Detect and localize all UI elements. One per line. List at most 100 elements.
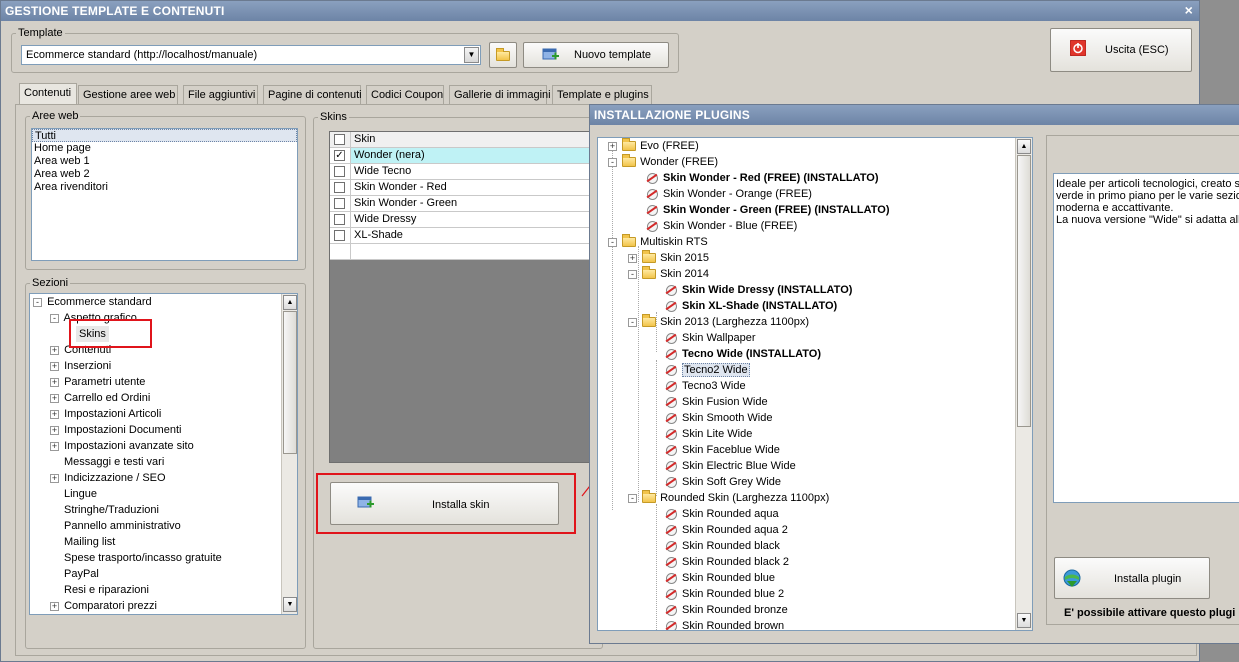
table-row[interactable]: Wide Tecno: [330, 164, 594, 180]
list-item[interactable]: Tutti: [32, 129, 297, 142]
close-icon[interactable]: ×: [1185, 2, 1193, 18]
tree-node-plugin[interactable]: Skin Rounded brown: [664, 618, 784, 630]
tree-node-plugin[interactable]: Skin Rounded blue 2: [664, 586, 784, 602]
tree-node-plugin[interactable]: Skin Soft Grey Wide: [664, 474, 781, 490]
tab-file-aggiuntivi[interactable]: File aggiuntivi: [183, 85, 258, 105]
expand-icon[interactable]: +: [50, 361, 59, 371]
collapse-icon[interactable]: -: [628, 317, 637, 327]
expand-icon[interactable]: +: [608, 141, 617, 151]
tree-node[interactable]: Spese trasporto/incasso gratuite: [64, 550, 222, 566]
tree-node-plugin[interactable]: Skin Rounded aqua 2: [664, 522, 788, 538]
expand-icon[interactable]: +: [628, 253, 637, 263]
tree-node-plugin[interactable]: Skin Smooth Wide: [664, 410, 772, 426]
new-template-button[interactable]: Nuovo template: [523, 42, 669, 68]
tree-node-folder[interactable]: - Multiskin RTS: [608, 234, 708, 250]
tree-node-plugin[interactable]: Skin Faceblue Wide: [664, 442, 780, 458]
tree-node-plugin[interactable]: Skin Wonder - Blue (FREE): [645, 218, 797, 234]
row-checkbox[interactable]: [334, 198, 345, 209]
tree-node-folder[interactable]: + Skin 2015: [628, 250, 709, 266]
tree-node[interactable]: + Carrello ed Ordini: [50, 390, 150, 406]
scroll-thumb[interactable]: [283, 311, 297, 454]
row-checkbox[interactable]: ✓: [334, 150, 345, 161]
tree-node[interactable]: Mailing list: [64, 534, 115, 550]
plugin-tree[interactable]: + Evo (FREE) - Wonder (FREE) Skin Wonder…: [597, 137, 1033, 631]
tree-node-plugin[interactable]: Skin Wallpaper: [664, 330, 756, 346]
tree-node-folder[interactable]: - Skin 2013 (Larghezza 1100px): [628, 314, 809, 330]
tree-node[interactable]: Stringhe/Traduzioni: [64, 502, 159, 518]
sezioni-scrollbar[interactable]: ▲ ▼: [281, 294, 297, 614]
list-item[interactable]: Area web 1: [32, 155, 297, 168]
tree-node-plugin[interactable]: Skin Wonder - Orange (FREE): [645, 186, 812, 202]
tree-node-plugin[interactable]: Skin Wonder - Green (FREE) (INSTALLATO): [645, 202, 890, 218]
expand-icon[interactable]: +: [50, 425, 59, 435]
tab-template-e-plugins[interactable]: Template e plugins: [552, 85, 652, 105]
tree-node-root[interactable]: - Ecommerce standard: [33, 294, 152, 310]
expand-icon[interactable]: +: [50, 441, 59, 451]
exit-button[interactable]: Uscita (ESC): [1050, 28, 1192, 72]
tree-node[interactable]: + Comparatori prezzi: [50, 598, 157, 614]
table-row[interactable]: XL-Shade: [330, 228, 594, 244]
tree-node[interactable]: + Indicizzazione / SEO: [50, 470, 166, 486]
skins-grid[interactable]: Skin ✓ Wonder (nera) Wide Tecno Skin Won…: [329, 131, 595, 463]
tree-node-plugin[interactable]: Skin Rounded bronze: [664, 602, 788, 618]
scroll-down-icon[interactable]: ▼: [1017, 613, 1031, 628]
expand-icon[interactable]: +: [50, 377, 59, 387]
list-item[interactable]: Area rivenditori: [32, 181, 297, 194]
table-row[interactable]: Skin Wonder - Green: [330, 196, 594, 212]
expand-icon[interactable]: +: [50, 473, 59, 483]
row-checkbox[interactable]: [334, 230, 345, 241]
collapse-icon[interactable]: -: [628, 269, 637, 279]
plugin-tree-scrollbar[interactable]: ▲ ▼: [1015, 138, 1032, 630]
tree-node-folder[interactable]: - Skin 2014: [628, 266, 709, 282]
table-row[interactable]: ✓ Wonder (nera): [330, 148, 594, 164]
tab-gallerie-di-immagini[interactable]: Gallerie di immagini: [449, 85, 551, 105]
tree-node-folder[interactable]: + Evo (FREE): [608, 138, 699, 154]
tree-node-plugin[interactable]: Tecno3 Wide: [664, 378, 746, 394]
tree-node[interactable]: Resi e riparazioni: [64, 582, 149, 598]
expand-icon[interactable]: +: [50, 345, 59, 355]
tree-node[interactable]: + Inserzioni: [50, 358, 111, 374]
collapse-icon[interactable]: -: [50, 313, 59, 323]
collapse-icon[interactable]: -: [33, 297, 42, 307]
row-checkbox[interactable]: [334, 214, 345, 225]
install-plugin-button[interactable]: Installa plugin: [1054, 557, 1210, 599]
tree-node-folder[interactable]: - Wonder (FREE): [608, 154, 718, 170]
open-folder-button[interactable]: [489, 42, 517, 68]
scroll-up-icon[interactable]: ▲: [1017, 139, 1031, 154]
tab-codici-coupon[interactable]: Codici Coupon: [366, 85, 444, 105]
tab-gestione-aree-web[interactable]: Gestione aree web: [78, 85, 178, 105]
tree-node-folder[interactable]: - Rounded Skin (Larghezza 1100px): [628, 490, 829, 506]
collapse-icon[interactable]: -: [628, 493, 637, 503]
tree-node[interactable]: Lingue: [64, 486, 97, 502]
scroll-up-icon[interactable]: ▲: [283, 295, 297, 310]
tree-node-plugin[interactable]: Skin Electric Blue Wide: [664, 458, 796, 474]
tree-node-plugin-selected[interactable]: Tecno2 Wide: [664, 362, 750, 378]
aree-web-list[interactable]: Tutti Home page Area web 1 Area web 2 Ar…: [31, 128, 298, 261]
table-row-new[interactable]: [330, 244, 594, 260]
table-row[interactable]: Wide Dressy: [330, 212, 594, 228]
tab-pagine-di-contenuti[interactable]: Pagine di contenuti: [263, 85, 362, 105]
expand-icon[interactable]: +: [50, 601, 59, 611]
collapse-icon[interactable]: -: [608, 237, 617, 247]
list-item[interactable]: Home page: [32, 142, 297, 155]
row-checkbox[interactable]: [334, 182, 345, 193]
tree-node[interactable]: + Impostazioni avanzate sito: [50, 438, 194, 454]
tree-node[interactable]: Messaggi e testi vari: [64, 454, 164, 470]
tree-node-plugin[interactable]: Tecno Wide (INSTALLATO): [664, 346, 821, 362]
expand-icon[interactable]: +: [50, 409, 59, 419]
tree-node-plugin[interactable]: Skin Rounded black 2: [664, 554, 789, 570]
tree-node-plugin[interactable]: Skin Rounded black: [664, 538, 780, 554]
scroll-thumb[interactable]: [1017, 155, 1031, 427]
list-item[interactable]: Area web 2: [32, 168, 297, 181]
tree-node[interactable]: Pannello amministrativo: [64, 518, 181, 534]
tree-node-plugin[interactable]: Skin Wide Dressy (INSTALLATO): [664, 282, 852, 298]
tree-node-plugin[interactable]: Skin Rounded blue: [664, 570, 775, 586]
tree-node[interactable]: + Parametri utente: [50, 374, 145, 390]
tree-node-plugin[interactable]: Skin XL-Shade (INSTALLATO): [664, 298, 837, 314]
template-select[interactable]: Ecommerce standard (http://localhost/man…: [21, 45, 481, 65]
row-checkbox[interactable]: [334, 166, 345, 177]
scroll-down-icon[interactable]: ▼: [283, 597, 297, 612]
tree-node[interactable]: + Impostazioni Articoli: [50, 406, 161, 422]
table-row[interactable]: Skin Wonder - Red: [330, 180, 594, 196]
chevron-down-icon[interactable]: ▼: [464, 47, 479, 63]
